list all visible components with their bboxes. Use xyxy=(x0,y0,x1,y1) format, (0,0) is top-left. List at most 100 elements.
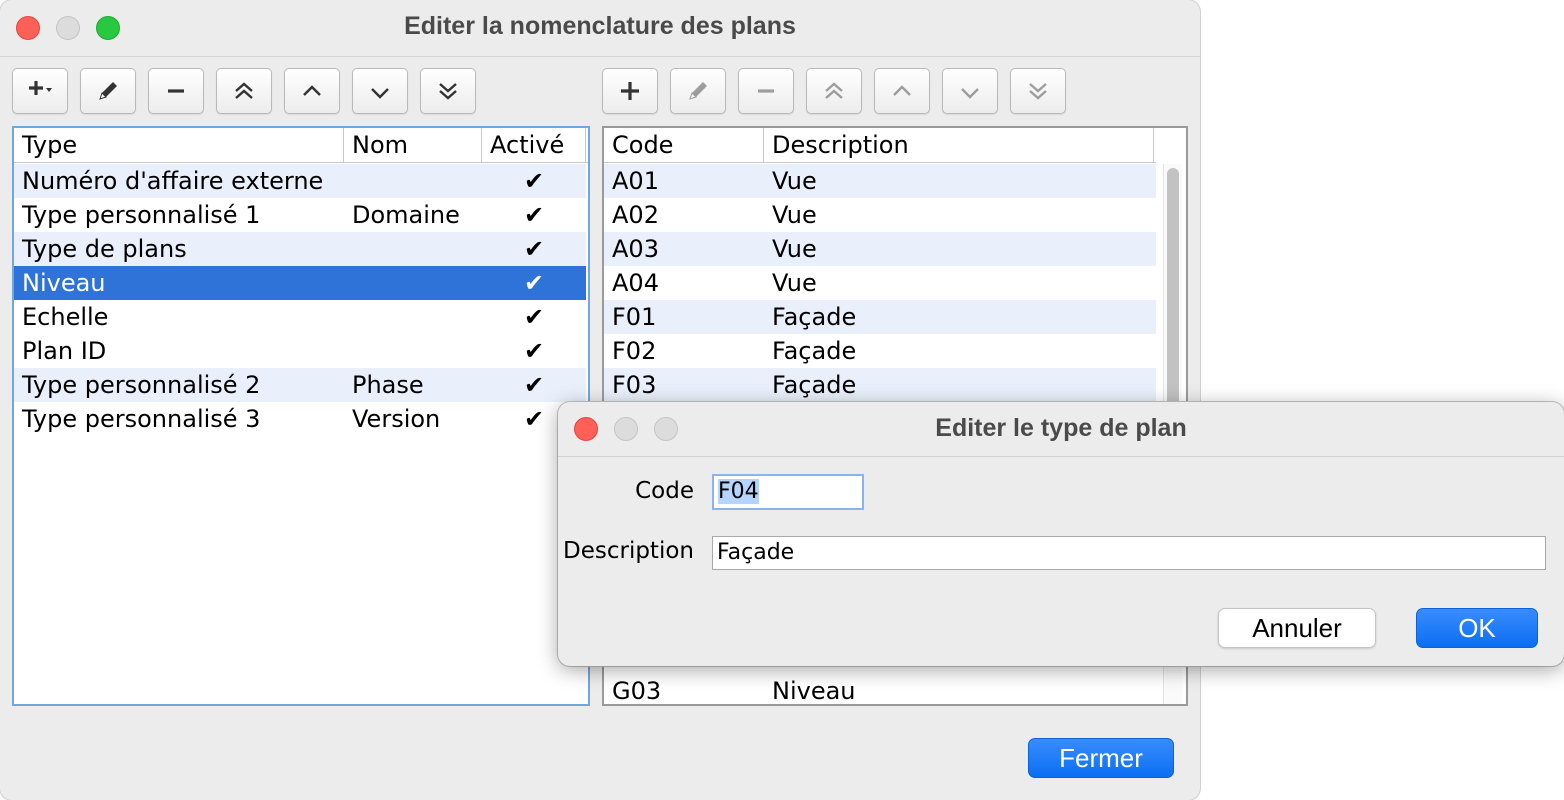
checkmark-icon[interactable]: ✔ xyxy=(482,300,586,334)
table-row[interactable]: Numéro d'affaire externe ✔ xyxy=(14,164,586,198)
move-down-button[interactable] xyxy=(352,68,408,114)
type-cell: Type personnalisé 3 xyxy=(22,405,261,433)
type-cell: Niveau xyxy=(22,269,106,297)
checkmark-icon[interactable]: ✔ xyxy=(482,198,586,232)
table-row[interactable]: F01 Façade xyxy=(604,300,1156,334)
checkmark-icon[interactable]: ✔ xyxy=(482,368,586,402)
chevron-up-icon xyxy=(303,85,321,96)
remove-button[interactable] xyxy=(148,68,204,114)
code-cell: A01 xyxy=(612,167,659,195)
code-field-value: F04 xyxy=(718,479,759,504)
type-cell: Plan ID xyxy=(22,337,107,365)
double-chevron-up-icon xyxy=(825,82,843,99)
plus-dropdown-icon xyxy=(29,81,52,95)
types-table-header: Type Nom Activé xyxy=(14,128,588,163)
move-top-button[interactable] xyxy=(216,68,272,114)
main-window: Editer la nomenclature des plans Type No… xyxy=(0,0,1200,800)
move-code-bottom-button[interactable] xyxy=(1010,68,1066,114)
pencil-icon xyxy=(99,82,117,100)
nom-cell: Version xyxy=(352,405,441,433)
double-chevron-down-icon xyxy=(1029,83,1047,100)
code-cell: G03 xyxy=(612,677,662,705)
table-row[interactable]: Plan ID ✔ xyxy=(14,334,586,368)
window-title: Editer la nomenclature des plans xyxy=(404,12,796,40)
table-row[interactable]: A01 Vue xyxy=(604,164,1156,198)
type-cell: Type personnalisé 1 xyxy=(22,201,261,229)
dialog-title: Editer le type de plan xyxy=(935,414,1187,442)
description-cell: Façade xyxy=(772,371,857,399)
nom-cell: Phase xyxy=(352,371,424,399)
column-header-active[interactable]: Activé xyxy=(482,128,586,162)
move-code-up-button[interactable] xyxy=(874,68,930,114)
table-row[interactable]: Type personnalisé 2 Phase ✔ xyxy=(14,368,586,402)
remove-code-button[interactable] xyxy=(738,68,794,114)
add-menu-button[interactable] xyxy=(12,68,68,114)
column-header-nom[interactable]: Nom xyxy=(344,128,482,162)
double-chevron-up-icon xyxy=(235,82,253,99)
nom-cell: Domaine xyxy=(352,201,460,229)
type-cell: Numéro d'affaire externe xyxy=(22,167,324,195)
table-row[interactable]: Echelle ✔ xyxy=(14,300,586,334)
double-chevron-down-icon xyxy=(439,83,457,100)
checkmark-icon[interactable]: ✔ xyxy=(482,266,586,300)
type-cell: Echelle xyxy=(22,303,109,331)
type-cell: Type personnalisé 2 xyxy=(22,371,261,399)
description-cell: Vue xyxy=(772,201,817,229)
code-cell: A02 xyxy=(612,201,659,229)
cancel-button[interactable]: Annuler xyxy=(1218,608,1376,648)
pencil-icon xyxy=(689,82,707,100)
chevron-up-icon xyxy=(893,85,911,96)
type-cell: Type de plans xyxy=(22,235,187,263)
description-cell: Vue xyxy=(772,167,817,195)
checkmark-icon[interactable]: ✔ xyxy=(482,232,586,266)
table-row[interactable]: A02 Vue xyxy=(604,198,1156,232)
code-cell: A04 xyxy=(612,269,659,297)
table-row[interactable]: F03 Façade xyxy=(604,368,1156,402)
plus-icon xyxy=(621,82,639,100)
column-header-description[interactable]: Description xyxy=(764,128,1154,162)
table-row[interactable]: F02 Façade xyxy=(604,334,1156,368)
minus-icon xyxy=(168,89,184,93)
chevron-down-icon xyxy=(371,88,389,99)
code-cell: F03 xyxy=(612,371,657,399)
ok-button[interactable]: OK xyxy=(1416,608,1538,648)
edit-button[interactable] xyxy=(80,68,136,114)
description-cell: Vue xyxy=(772,269,817,297)
move-bottom-button[interactable] xyxy=(420,68,476,114)
table-row[interactable]: G03 Niveau xyxy=(604,674,1156,705)
code-label: Code xyxy=(635,478,694,504)
dialog-titlebar: Editer le type de plan xyxy=(558,402,1564,457)
table-row-selected[interactable]: Niveau ✔ xyxy=(14,266,586,300)
table-row[interactable]: Type personnalisé 3 Version ✔ xyxy=(14,402,586,436)
description-cell: Vue xyxy=(772,235,817,263)
description-label: Description xyxy=(563,538,694,564)
column-header-code[interactable]: Code xyxy=(604,128,764,162)
move-up-button[interactable] xyxy=(284,68,340,114)
description-field[interactable]: Façade xyxy=(712,536,1546,570)
description-cell: Façade xyxy=(772,337,857,365)
scrollbar-thumb[interactable] xyxy=(1167,168,1179,408)
code-cell: F01 xyxy=(612,303,657,331)
code-cell: A03 xyxy=(612,235,659,263)
table-row[interactable]: A04 Vue xyxy=(604,266,1156,300)
titlebar: Editer la nomenclature des plans xyxy=(0,0,1200,57)
table-row[interactable]: Type de plans ✔ xyxy=(14,232,586,266)
minus-icon xyxy=(758,89,774,93)
code-field[interactable]: F04 xyxy=(712,474,864,510)
table-row[interactable]: Type personnalisé 1 Domaine ✔ xyxy=(14,198,586,232)
edit-plan-type-dialog: Editer le type de plan Code F04 Descript… xyxy=(558,402,1564,666)
description-cell: Façade xyxy=(772,303,857,331)
code-cell: F02 xyxy=(612,337,657,365)
description-cell: Niveau xyxy=(772,677,856,705)
column-header-type[interactable]: Type xyxy=(14,128,344,162)
checkmark-icon[interactable]: ✔ xyxy=(482,164,586,198)
close-button[interactable]: Fermer xyxy=(1028,738,1174,778)
checkmark-icon[interactable]: ✔ xyxy=(482,334,586,368)
edit-code-button[interactable] xyxy=(670,68,726,114)
codes-table-header: Code Description xyxy=(604,128,1156,163)
types-table: Type Nom Activé Numéro d'affaire externe… xyxy=(12,126,590,706)
move-code-top-button[interactable] xyxy=(806,68,862,114)
add-code-button[interactable] xyxy=(602,68,658,114)
table-row[interactable]: A03 Vue xyxy=(604,232,1156,266)
move-code-down-button[interactable] xyxy=(942,68,998,114)
